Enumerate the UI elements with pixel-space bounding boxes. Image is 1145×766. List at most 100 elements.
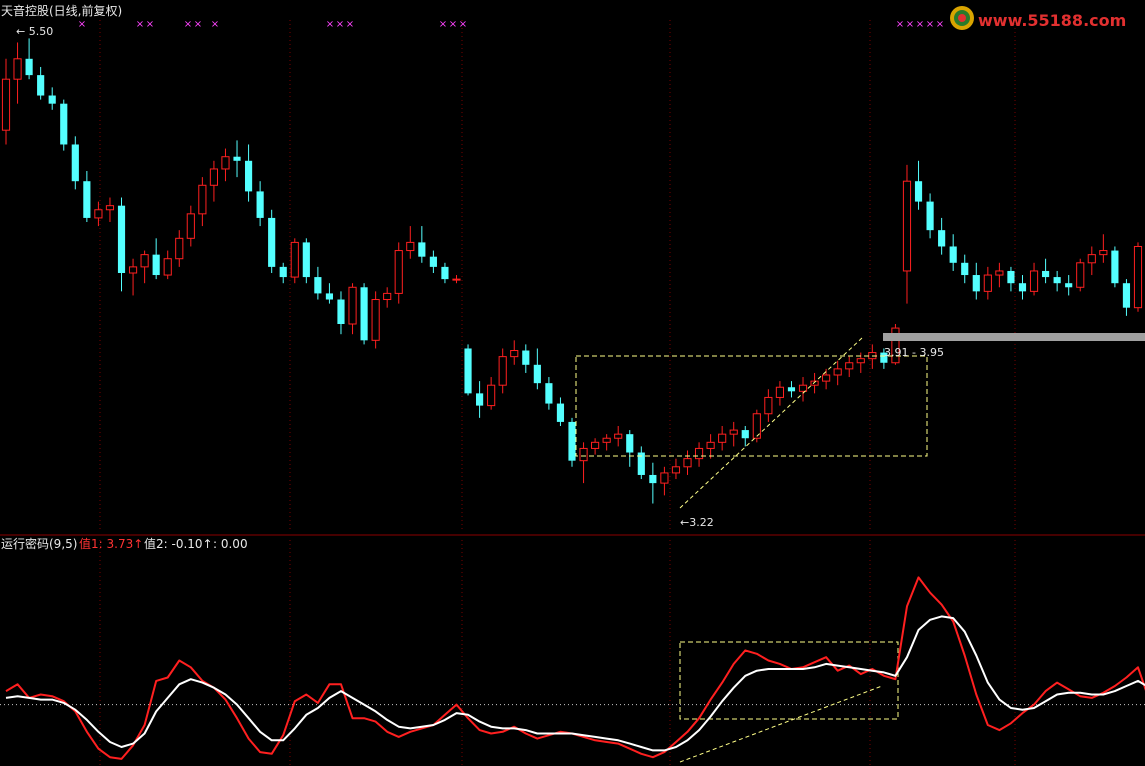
candle-body <box>314 277 322 294</box>
watermark: www.55188.com <box>948 4 1143 38</box>
signal-marker: × <box>78 19 86 30</box>
candle-body <box>683 458 692 468</box>
candle-body <box>926 201 934 231</box>
candle-body <box>972 275 980 292</box>
candle-body <box>995 270 1004 276</box>
signal-marker: × <box>459 19 467 30</box>
candle-body <box>787 387 796 392</box>
candle-body <box>348 286 357 325</box>
candle-body <box>128 266 138 274</box>
candle-body <box>337 299 345 324</box>
candle-body <box>1122 283 1131 308</box>
candle-body <box>140 254 149 268</box>
candle-body <box>902 180 912 272</box>
candle-body <box>1065 283 1073 288</box>
trend-line <box>679 337 863 509</box>
candle-body <box>163 258 172 276</box>
candle-body <box>198 184 207 215</box>
signal-marker: × <box>136 19 144 30</box>
candle-body <box>545 383 553 404</box>
signal-marker: × <box>346 19 354 30</box>
candle-body <box>798 384 808 392</box>
candle-body <box>1111 250 1119 284</box>
candle-body <box>117 205 126 273</box>
candle-body <box>302 242 310 278</box>
candle-body <box>626 434 634 453</box>
candle-body <box>914 181 923 202</box>
signal-marker: × <box>336 19 344 30</box>
indicator-box <box>679 641 899 720</box>
indicator-value1: 值1: 3.73↑ <box>79 537 144 551</box>
candle-body <box>660 472 669 484</box>
candle-body <box>13 58 22 80</box>
candle-body <box>1018 283 1027 292</box>
candle-body <box>360 287 368 341</box>
vertical-grid <box>99 20 1016 766</box>
candle-body <box>464 348 472 394</box>
signal-marker: × <box>439 19 447 30</box>
candle-body <box>602 437 611 443</box>
range-label: 3.91 - 3.95 <box>884 346 944 359</box>
candlestick-pane[interactable] <box>1 38 1143 504</box>
signal-marker: × <box>184 19 192 30</box>
candle-body <box>741 430 749 439</box>
candle-body <box>556 403 565 422</box>
candle-body <box>175 237 184 260</box>
series-line-value1 <box>5 576 1145 760</box>
candle-body <box>244 160 253 192</box>
signal-marker: × <box>916 19 924 30</box>
candle-body <box>268 217 276 267</box>
candle-body <box>718 433 727 443</box>
candle-body <box>649 474 657 484</box>
signal-marker: × <box>896 19 904 30</box>
candle-body <box>221 156 230 170</box>
candle-body <box>25 58 33 76</box>
candle-body <box>614 433 623 439</box>
candle-body <box>1133 245 1143 309</box>
candle-body <box>290 241 299 278</box>
candle-body <box>152 254 160 276</box>
candle-body <box>418 242 426 257</box>
candle-body <box>233 156 241 161</box>
stock-chart-stage[interactable]: × × × × × × × × × × × × × × × × × ← 5.50←3.223.91 - 3.95 <box>0 0 1145 766</box>
candle-body <box>1076 262 1085 288</box>
candle-body <box>37 75 45 96</box>
candle-body <box>487 384 496 407</box>
watermark-text: www.55188.com <box>978 11 1127 30</box>
candle-body <box>279 266 287 278</box>
candle-body <box>325 293 334 300</box>
signal-marker: × <box>936 19 944 30</box>
candle-body <box>1087 254 1096 264</box>
candle-body <box>533 364 541 384</box>
signal-marker: × <box>211 19 219 30</box>
stock-title: 天音控股(日线,前复权) <box>1 4 123 18</box>
candle-body <box>833 368 842 376</box>
candle-body <box>105 205 115 211</box>
candle-body <box>1007 270 1015 284</box>
candle-body <box>429 256 437 267</box>
signal-marker: × <box>326 19 334 30</box>
candle-body <box>856 358 865 364</box>
candle-body <box>1 78 11 131</box>
candle-body <box>498 356 507 386</box>
candle-body <box>938 230 946 247</box>
low-label: ←3.22 <box>680 516 714 529</box>
candle-body <box>706 441 715 449</box>
candle-body <box>568 421 576 461</box>
candle-body <box>71 144 79 182</box>
candle-body <box>476 393 484 406</box>
signal-marker: × <box>194 19 202 30</box>
candle-body <box>671 466 681 474</box>
candle-body <box>694 447 704 460</box>
candle-body <box>579 447 588 462</box>
candle-body <box>452 278 461 281</box>
candle-body <box>383 292 392 301</box>
indicator-pane[interactable] <box>0 576 1145 763</box>
candle-body <box>83 181 91 218</box>
site-logo-icon <box>950 6 974 30</box>
candle-body <box>961 262 969 276</box>
signal-marker: × <box>146 19 154 30</box>
price-band <box>883 333 1145 341</box>
candle-body <box>822 374 831 382</box>
candle-body <box>1042 270 1050 278</box>
